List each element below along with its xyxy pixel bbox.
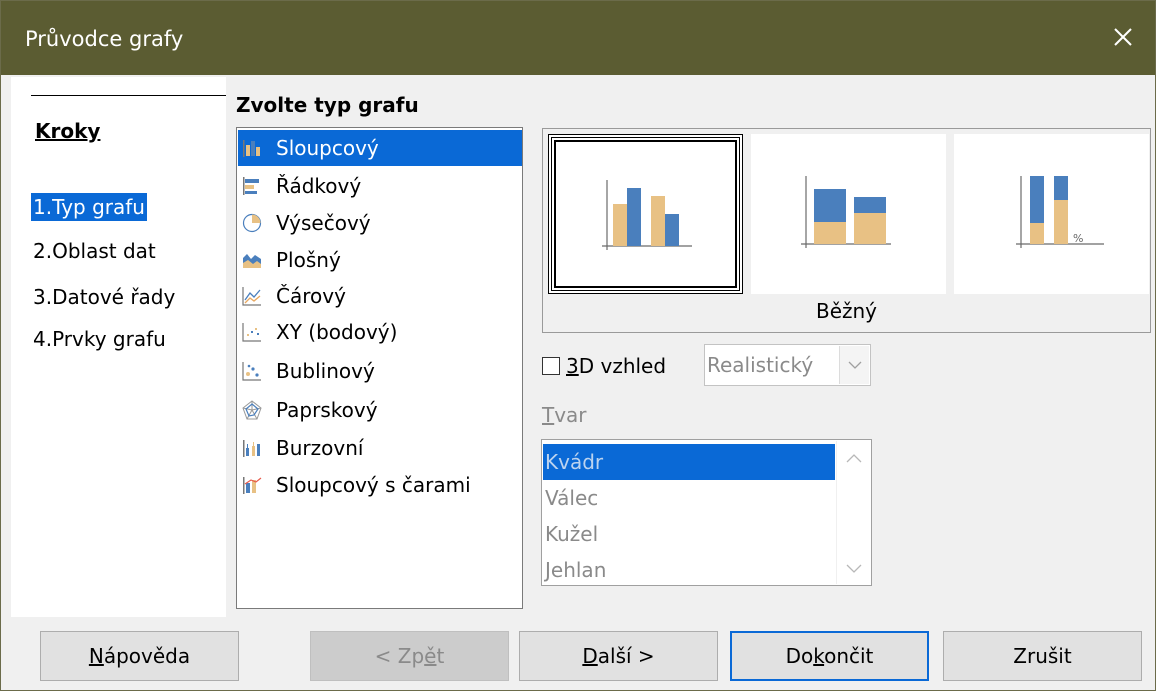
shape-label-mnemonic: T xyxy=(542,403,555,427)
line-chart-icon xyxy=(242,287,261,306)
chevron-up-icon[interactable] xyxy=(837,445,871,475)
column-chart-icon xyxy=(243,140,260,157)
back-mnemonic: ě xyxy=(424,644,437,668)
chart-type-pie[interactable]: Výsečový xyxy=(238,205,522,241)
variant-stacked[interactable] xyxy=(751,134,946,294)
net-chart-icon xyxy=(242,400,262,420)
chart-type-area[interactable]: Plošný xyxy=(238,242,522,278)
chart-type-label: Sloupcový s čarami xyxy=(276,473,471,497)
cancel-button[interactable]: Zrušit xyxy=(943,631,1142,681)
3d-label-rest: D vzhled xyxy=(578,354,667,378)
bubble-chart-icon xyxy=(242,362,261,381)
step-number: 3. xyxy=(33,285,53,309)
percent-stacked-column-preview-icon: % xyxy=(1016,176,1104,248)
variant-percent-stacked[interactable]: % xyxy=(954,134,1149,294)
3d-look-label: 3D vzhled xyxy=(566,354,666,378)
variant-normal[interactable] xyxy=(548,134,743,294)
chart-type-label: Burzovní xyxy=(276,436,364,460)
chart-type-label: Sloupcový xyxy=(276,136,379,160)
back-button[interactable]: < Zpět xyxy=(310,631,509,681)
shape-label-rest: var xyxy=(554,403,587,427)
shape-option-box[interactable]: Kvádr xyxy=(543,444,835,480)
finish-button[interactable]: Dokončit xyxy=(730,631,929,681)
next-label: alší > xyxy=(597,644,655,668)
chart-type-column-line[interactable]: Sloupcový s čarami xyxy=(238,467,522,503)
bar-chart-icon xyxy=(243,177,259,195)
percent-sign: % xyxy=(1073,232,1083,245)
shape-list[interactable]: Kvádr Válec Kužel Jehlan xyxy=(541,439,872,586)
shape-list-scrollbar[interactable] xyxy=(836,441,870,584)
chart-type-label: Plošný xyxy=(276,248,341,272)
steps-divider xyxy=(31,95,226,96)
help-mnemonic: N xyxy=(88,644,104,668)
xy-scatter-icon xyxy=(242,323,261,342)
step-data-series[interactable]: 3.Datové řady xyxy=(31,283,177,311)
area-chart-icon xyxy=(243,254,261,268)
stock-chart-icon xyxy=(243,440,260,457)
chart-type-list[interactable]: Sloupcový Řádkový Výsečový Plošný Čárový… xyxy=(236,127,523,609)
chart-type-stock[interactable]: Burzovní xyxy=(238,430,522,466)
shape-option-pyramid[interactable]: Jehlan xyxy=(543,552,835,588)
3d-label-mnemonic: 3 xyxy=(566,354,579,378)
chart-type-label: Řádkový xyxy=(276,174,362,198)
checkbox-box[interactable] xyxy=(542,357,560,375)
step-label: Oblast dat xyxy=(52,239,156,263)
step-number: 2. xyxy=(33,239,53,263)
chart-type-xy[interactable]: XY (bodový) xyxy=(238,314,522,350)
column-line-chart-icon xyxy=(243,477,262,494)
step-data-range[interactable]: 2.Oblast dat xyxy=(31,237,158,265)
step-label: Datové řady xyxy=(52,285,176,309)
steps-pane: Kroky 1.Typ grafu 2.Oblast dat 3.Datové … xyxy=(11,77,226,617)
steps-heading: Kroky xyxy=(35,119,101,143)
chart-type-heading: Zvolte typ grafu xyxy=(236,93,419,117)
chart-type-line[interactable]: Čárový xyxy=(238,278,522,314)
dropdown-button[interactable] xyxy=(839,346,869,384)
step-number: 4. xyxy=(33,327,53,351)
finish-label-pre: Do xyxy=(785,644,814,668)
back-label-pre: < Zp xyxy=(374,644,425,668)
shape-option-cone[interactable]: Kužel xyxy=(543,516,835,552)
dialog-title: Průvodce grafy xyxy=(25,27,184,51)
3d-look-checkbox[interactable]: 3D vzhled xyxy=(542,351,666,381)
chart-type-column[interactable]: Sloupcový xyxy=(238,130,522,166)
stacked-column-preview-icon xyxy=(801,176,891,248)
step-label: Typ grafu xyxy=(52,195,145,219)
help-button[interactable]: Nápověda xyxy=(40,631,239,681)
next-button[interactable]: Další > xyxy=(519,631,718,681)
step-number: 1. xyxy=(33,195,53,219)
chart-type-label: Bublinový xyxy=(276,359,375,383)
chart-type-label: Paprskový xyxy=(276,398,378,422)
chart-type-label: XY (bodový) xyxy=(276,320,398,344)
chart-type-net[interactable]: Paprskový xyxy=(238,392,522,428)
finish-label-post: ončit xyxy=(824,644,874,668)
button-bar: Nápověda < Zpět Další > Dokončit Zrušit xyxy=(1,619,1155,691)
back-label-post: t xyxy=(436,644,445,668)
chevron-down-icon xyxy=(848,361,862,369)
step-chart-type[interactable]: 1.Typ grafu xyxy=(31,193,147,221)
help-label: ápověda xyxy=(103,644,191,668)
chart-wizard-dialog: Průvodce grafy Kroky 1.Typ grafu 2.Oblas… xyxy=(0,0,1156,691)
chart-type-bar[interactable]: Řádkový xyxy=(238,168,522,204)
chart-type-bubble[interactable]: Bublinový xyxy=(238,353,522,389)
title-bar: Průvodce grafy xyxy=(1,1,1155,75)
variant-caption: Běžný xyxy=(815,299,878,323)
3d-scheme-value: Realistický xyxy=(707,353,814,377)
close-icon[interactable] xyxy=(1105,19,1141,55)
finish-mnemonic: k xyxy=(813,644,825,668)
3d-scheme-select[interactable]: Realistický xyxy=(704,344,871,386)
chart-type-label: Výsečový xyxy=(276,211,371,235)
chart-type-label: Čárový xyxy=(276,284,346,308)
normal-column-preview-icon xyxy=(602,180,692,250)
step-label: Prvky grafu xyxy=(52,327,166,351)
step-chart-elements[interactable]: 4.Prvky grafu xyxy=(31,325,168,353)
chevron-down-icon[interactable] xyxy=(837,553,871,583)
shape-label: Tvar xyxy=(542,403,587,427)
chart-variant-panel: % Běžný xyxy=(542,128,1151,333)
pie-chart-icon xyxy=(242,213,262,233)
shape-option-cylinder[interactable]: Válec xyxy=(543,480,835,516)
next-mnemonic: D xyxy=(582,644,598,668)
